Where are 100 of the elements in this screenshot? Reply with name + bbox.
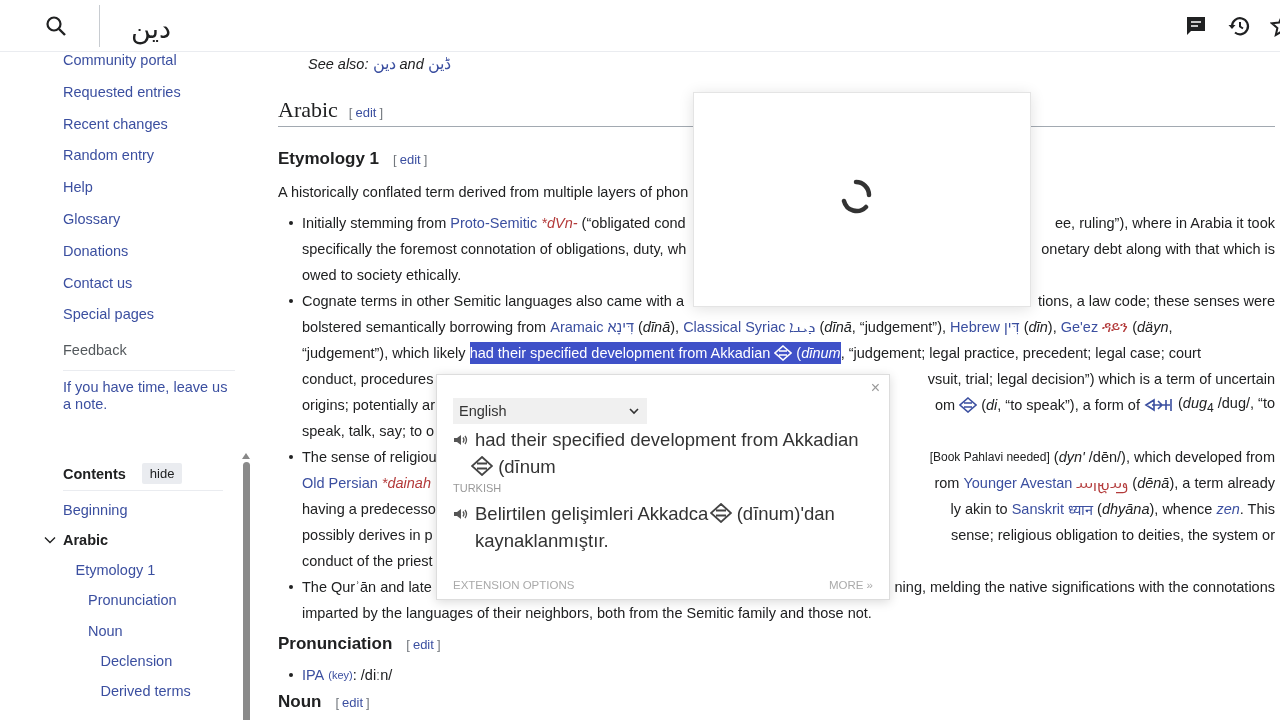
link[interactable]: zen — [1216, 501, 1240, 517]
paragraph-text: A historically conflated term derived from multiple layers of phon — [278, 184, 689, 200]
link[interactable]: דִּינָא — [607, 319, 634, 335]
paragraph-text: IPA (key): /diːn/ — [302, 667, 393, 683]
link[interactable]: Classical Syriac — [683, 319, 786, 335]
paragraph-text: speak, talk, say; to o — [302, 423, 435, 439]
link[interactable]: ዳይን — [1102, 318, 1129, 336]
nav-link[interactable]: Help — [63, 177, 250, 198]
edit-link[interactable]: edit — [355, 105, 377, 120]
nav-link[interactable]: Community portal — [63, 52, 250, 70]
bullet-icon — [289, 221, 293, 225]
page-title: دين — [131, 12, 172, 44]
bracket-text: ] — [436, 637, 441, 652]
link[interactable]: IPA — [302, 667, 325, 683]
toc-link[interactable]: Noun — [88, 622, 123, 639]
translation-text: had their specified development from Akkadian (dīnum — [475, 426, 873, 480]
speaker-icon — [453, 507, 469, 521]
cuneiform-sign-icon — [959, 397, 978, 413]
contents-heading: Contents — [63, 465, 126, 482]
feedback-link[interactable]: If you have time, leave us a note. — [63, 379, 233, 414]
scroll-up-icon — [242, 453, 250, 460]
paragraph-text: specifically the foremost connotation of obligations, duty, wh — [302, 241, 687, 257]
link[interactable]: ܕܝܢܐ — [789, 318, 816, 336]
cuneiform-sign-icon — [471, 456, 493, 476]
cuneiform-sign-icon — [709, 503, 732, 523]
bullet-icon — [289, 455, 293, 459]
link[interactable]: Aramaic — [550, 319, 604, 335]
toc-link[interactable]: Beginning — [63, 501, 128, 518]
bracket-text: [ — [348, 105, 353, 120]
edit-link[interactable]: edit — [399, 152, 421, 167]
paragraph-text: conduct of the priest — [302, 553, 433, 569]
link[interactable]: ڈین — [427, 54, 451, 74]
bullet-icon — [289, 585, 293, 589]
toc-link[interactable]: Declension — [100, 653, 173, 669]
section-heading: Feedback — [63, 341, 128, 361]
hide-button[interactable]: hide — [141, 463, 183, 485]
nav-link[interactable]: Random entry — [63, 145, 250, 166]
paragraph-text: imparted by the languages of their neighbors, both from the Semitic family and those not. — [302, 605, 872, 621]
paragraph-text: sense; religious obligation to deities, the system or — [951, 527, 1275, 543]
translation-text: Belirtilen gelişimleri Akkadca (dīnum)'dan kaynaklanmıştır. — [475, 502, 836, 553]
paragraph-text: tions, a law code; these senses were — [1038, 293, 1275, 309]
language-select[interactable]: English — [453, 398, 647, 424]
paragraph-text: Initially stemming from Proto-Semitic *dVn- (“obligated cond — [302, 215, 686, 231]
link[interactable]: Proto-Semitic — [450, 215, 538, 231]
link[interactable]: *dainah — [381, 475, 431, 491]
paragraph-text: having a predecesso — [302, 501, 436, 517]
paragraph-text: om (di, “to speak”), a form of (dug$_{4}$ /dug/, “to — [934, 395, 1275, 415]
link[interactable]: Ge'ez — [1060, 319, 1099, 335]
toc-link[interactable]: Derived terms — [100, 683, 191, 700]
link[interactable]: 𐬛𐬀𐬉𐬥𐬁 — [1076, 473, 1129, 493]
chevron-down-icon — [629, 407, 639, 415]
edit-link[interactable]: edit — [342, 695, 364, 710]
nav-link[interactable]: Donations — [63, 240, 250, 261]
nav-link[interactable]: Recent changes — [63, 113, 250, 134]
bracket-text: ] — [379, 105, 384, 120]
cuneiform-sign-icon — [774, 345, 793, 361]
link[interactable]: Hebrew — [950, 319, 1001, 335]
paragraph-text: onetary debt along with that which is — [1041, 241, 1275, 257]
paragraph-text: owed to society ethically. — [302, 267, 462, 283]
link[interactable]: Younger Avestan — [963, 475, 1073, 491]
bracket-text: [ — [393, 152, 397, 167]
paragraph-text: ly akin to Sanskrit ध्यान (dhyāna), whence zen. This — [950, 499, 1275, 519]
nav-link[interactable]: Requested entries — [63, 81, 250, 102]
toc-link[interactable]: Pronunciation — [88, 592, 177, 609]
section-heading: Arabic — [278, 97, 338, 123]
toc-link[interactable]: Arabic — [63, 531, 109, 548]
link[interactable]: دين — [372, 54, 396, 74]
search-icon — [45, 14, 67, 37]
bullet-icon — [289, 673, 293, 677]
language-label: TURKISH — [453, 482, 503, 494]
toc-link[interactable]: Etymology 1 — [75, 562, 156, 579]
link[interactable]: דִּין — [1004, 319, 1020, 335]
link[interactable]: *dVn- — [541, 215, 578, 231]
paragraph-text: “judgement”), which likely had their specified development from Akkadian (dīnum, “judgement; legal practice, precedent; legal case; court — [302, 342, 1201, 364]
section-heading: Pronunciation — [278, 634, 393, 654]
paragraph-text: ee, ruling”), where in Arabia it took — [1054, 215, 1275, 231]
paragraph-text: ning, melding the native significations with the connotations — [894, 579, 1275, 595]
paragraph-text: Cognate terms in other Semitic languages also came with a — [302, 293, 685, 309]
section-heading: Etymology 1 — [278, 149, 380, 169]
paragraph-text: conduct, procedures — [302, 371, 434, 387]
bracket-text: [ — [335, 695, 340, 710]
link[interactable]: ध्यान — [1068, 499, 1094, 519]
cuneiform-sign-icon — [1143, 397, 1174, 413]
section-heading: Noun — [278, 692, 322, 712]
link[interactable]: Old Persian — [302, 475, 378, 491]
paragraph-text: The Qurʾān and late — [302, 579, 432, 595]
nav-link[interactable]: Glossary — [63, 209, 250, 229]
paragraph-text: origins; potentially ar — [302, 397, 435, 413]
edit-link[interactable]: edit — [412, 637, 434, 652]
link[interactable]: Sanskrit — [1011, 501, 1065, 517]
bracket-text: ] — [423, 152, 428, 167]
bracket-text: ] — [366, 695, 370, 710]
nav-link[interactable]: Special pages — [63, 304, 250, 325]
paragraph-text: vsuit, trial; legal decision”) which is a term of uncertain — [927, 371, 1275, 387]
nav-link[interactable]: Contact us — [63, 272, 250, 293]
paragraph-text: The sense of religiou — [302, 449, 437, 465]
link[interactable]: (key) — [328, 669, 353, 681]
bracket-text: [ — [406, 637, 410, 652]
bullet-icon — [289, 299, 293, 303]
paragraph-text: rom Younger Avestan 𐬛𐬀𐬉𐬥𐬁 (dēnā), a term already — [934, 473, 1275, 493]
